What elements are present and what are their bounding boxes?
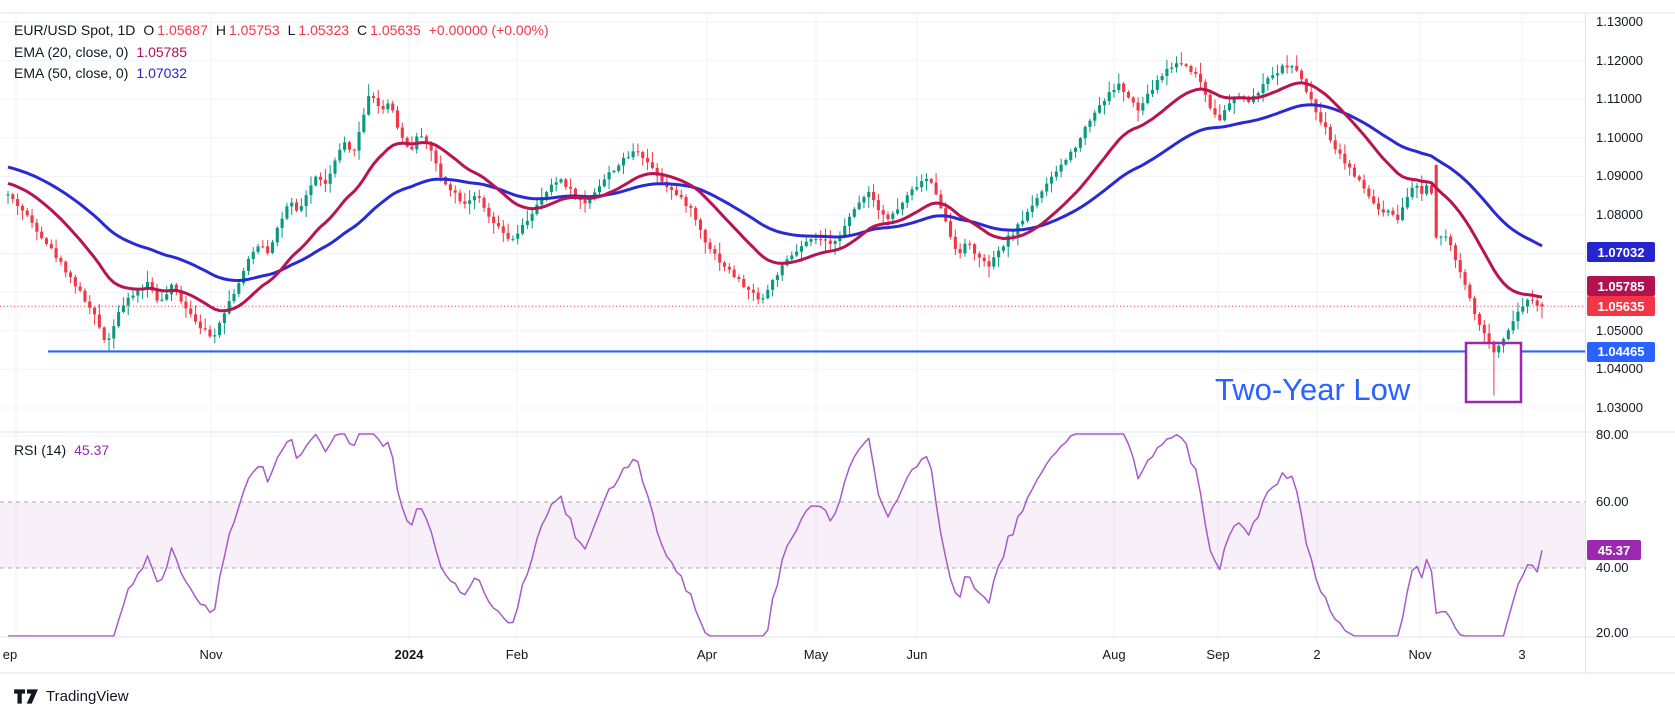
symbol-legend-row[interactable]: EUR/USD Spot, 1D O 1.05687 H 1.05753 L 1… [14, 22, 549, 38]
rsi-label: RSI (14) [14, 442, 66, 458]
ema20-legend-row[interactable]: EMA (20, close, 0) 1.05785 [14, 44, 187, 60]
tradingview-logo-icon [14, 687, 39, 706]
price-tick: 1.08000 [1596, 207, 1643, 223]
low-label: L [288, 22, 296, 38]
time-axis-label: Nov [199, 647, 222, 662]
price-tick: 1.05000 [1596, 323, 1643, 339]
rsi-tick: 40.00 [1596, 560, 1629, 576]
two-year-low-annotation[interactable]: Two-Year Low [1215, 372, 1410, 408]
tradingview-chart: EUR/USD Spot, 1D O 1.05687 H 1.05753 L 1… [0, 0, 1675, 718]
ema20-label: EMA (20, close, 0) [14, 44, 128, 60]
rsi-tick: 20.00 [1596, 625, 1629, 641]
price-tick: 1.09000 [1596, 168, 1643, 184]
rsi-tick: 60.00 [1596, 494, 1629, 510]
price-tick: 1.12000 [1596, 53, 1643, 69]
symbol-title: EUR/USD Spot, 1D [14, 22, 135, 38]
rsi-value: 45.37 [74, 442, 109, 458]
tradingview-logo[interactable]: TradingView [14, 687, 129, 706]
time-axis-label: Aug [1102, 647, 1125, 662]
rsi-value-badge: 45.37 [1587, 540, 1641, 560]
price-tick: 1.11000 [1596, 91, 1642, 107]
time-axis-label: ep [3, 647, 17, 662]
time-axis-label: Sep [1206, 647, 1229, 662]
time-axis-label: Jun [907, 647, 928, 662]
time-axis-label: Nov [1408, 647, 1431, 662]
time-axis-label: May [804, 647, 829, 662]
tradingview-logo-text: TradingView [46, 688, 129, 705]
high-value: 1.05753 [229, 22, 280, 38]
price-tick: 1.04000 [1596, 361, 1643, 377]
time-axis-label: 3 [1518, 647, 1525, 662]
rsi-legend-row[interactable]: RSI (14) 45.37 [14, 442, 109, 458]
chart-canvas[interactable] [0, 0, 1675, 718]
last-price-badge: 1.05635 [1587, 296, 1655, 316]
ema50-label: EMA (50, close, 0) [14, 65, 128, 81]
support-line-badge: 1.04465 [1587, 342, 1655, 362]
open-value: 1.05687 [157, 22, 208, 38]
time-axis-label: 2 [1313, 647, 1320, 662]
price-tick: 1.03000 [1596, 400, 1643, 416]
close-value: 1.05635 [370, 22, 421, 38]
close-label: C [357, 22, 367, 38]
time-axis-label: Apr [697, 647, 717, 662]
rsi-tick: 80.00 [1596, 427, 1629, 443]
low-value: 1.05323 [298, 22, 349, 38]
time-axis-label: Feb [506, 647, 528, 662]
price-tick: 1.13000 [1596, 14, 1643, 30]
ema20-value: 1.05785 [136, 44, 187, 60]
price-tick: 1.10000 [1596, 130, 1643, 146]
open-label: O [143, 22, 154, 38]
ema50-price-badge: 1.07032 [1587, 242, 1655, 262]
time-axis-label: 2024 [395, 647, 424, 662]
change-value: +0.00000 (+0.00%) [429, 22, 549, 38]
ema50-value: 1.07032 [136, 65, 187, 81]
ema50-legend-row[interactable]: EMA (50, close, 0) 1.07032 [14, 65, 187, 81]
high-label: H [216, 22, 226, 38]
ema20-price-badge: 1.05785 [1587, 276, 1655, 296]
